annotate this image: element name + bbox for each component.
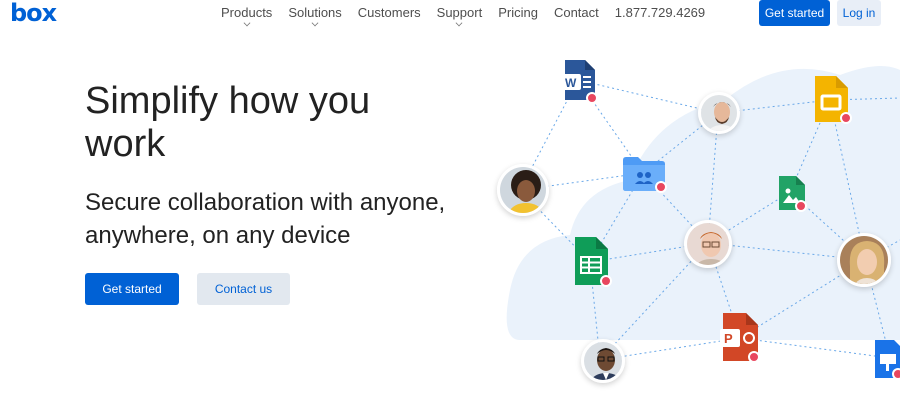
box-logo[interactable]: box — [10, 0, 57, 26]
word-document-icon: W — [563, 60, 598, 104]
lock-icon — [748, 351, 760, 363]
nav-pricing[interactable]: Pricing — [498, 6, 538, 20]
get-started-button[interactable]: Get started — [85, 273, 179, 305]
google-slides-icon — [812, 76, 852, 124]
nav-products[interactable]: Products — [221, 5, 273, 27]
main-nav: Products Solutions Customers Support Pri… — [221, 5, 721, 27]
nav-pricing-label: Pricing — [498, 5, 538, 20]
avatar — [837, 233, 891, 287]
lock-icon — [892, 368, 900, 380]
image-file-icon — [777, 176, 807, 212]
nav-contact[interactable]: Contact — [554, 6, 599, 20]
nav-products-label: Products — [221, 5, 273, 20]
nav-support-label: Support — [436, 5, 483, 20]
avatar — [581, 339, 625, 383]
chevron-down-icon — [456, 19, 463, 27]
lock-icon — [655, 181, 667, 193]
login-button[interactable]: Log in — [837, 0, 881, 26]
nav-support[interactable]: Support — [436, 5, 483, 27]
lock-icon — [795, 200, 807, 212]
presentation-file-icon — [872, 340, 900, 380]
hero-title: Simplify how you work — [85, 80, 371, 165]
avatar — [698, 92, 740, 134]
avatar — [684, 220, 732, 268]
chevron-down-icon — [243, 19, 251, 27]
nav-customers[interactable]: Customers — [358, 6, 421, 20]
chevron-down-icon — [311, 19, 319, 27]
nav-solutions[interactable]: Solutions — [288, 5, 342, 27]
shared-folder-icon — [623, 157, 667, 193]
site-header: box Products Solutions Customers Support… — [0, 0, 900, 30]
nav-solutions-label: Solutions — [288, 5, 342, 20]
phone-number-link[interactable]: 1.877.729.4269 — [615, 6, 705, 20]
lock-icon — [600, 275, 612, 287]
powerpoint-document-icon: P — [720, 313, 760, 363]
header-get-started-button[interactable]: Get started — [759, 0, 830, 26]
svg-text:P: P — [724, 331, 733, 346]
hero-subtitle: Secure collaboration with anyone, anywhe… — [85, 189, 446, 249]
nav-contact-label: Contact — [553, 5, 599, 20]
google-sheets-icon — [572, 237, 612, 287]
lock-icon — [840, 112, 852, 124]
svg-text:W: W — [565, 76, 577, 90]
nav-customers-label: Customers — [357, 5, 421, 20]
avatar — [497, 164, 549, 216]
collaboration-illustration: W P — [480, 40, 900, 398]
lock-icon — [586, 92, 598, 104]
contact-us-button[interactable]: Contact us — [197, 273, 290, 305]
